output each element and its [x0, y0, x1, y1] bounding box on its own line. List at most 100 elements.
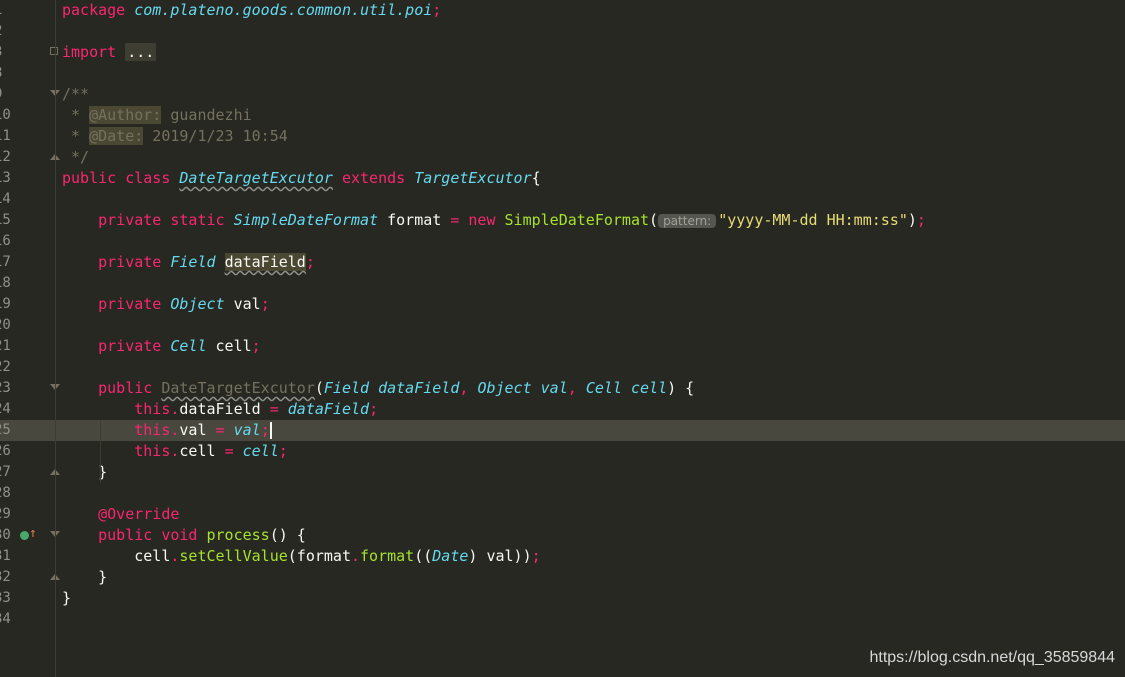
code-text[interactable]: private static SimpleDateFormat format =…	[62, 210, 926, 232]
code-text[interactable]: @Override	[62, 504, 179, 525]
code-line[interactable]: 33}	[0, 588, 1125, 609]
code-line[interactable]: 2	[0, 21, 1125, 42]
line-number: 26	[0, 443, 11, 459]
code-line[interactable]: 20	[0, 315, 1125, 336]
code-line[interactable]: 16	[0, 231, 1125, 252]
code-token: ;	[916, 211, 926, 229]
code-token: val	[179, 421, 216, 439]
code-line[interactable]: 29 @Override	[0, 504, 1125, 525]
code-line[interactable]: 34	[0, 609, 1125, 630]
code-line[interactable]: 22	[0, 357, 1125, 378]
code-text[interactable]: /**	[62, 84, 89, 105]
line-number: 15	[0, 212, 11, 228]
line-number: 23	[0, 380, 11, 396]
code-line[interactable]: 13 public class DateTargetExcutor extends…	[0, 168, 1125, 189]
code-line[interactable]: 26 this.cell = cell;	[0, 441, 1125, 462]
code-line[interactable]: 10 * @Author: guandezhi	[0, 105, 1125, 126]
code-text[interactable]: this.val = val;	[62, 420, 272, 441]
code-line[interactable]: 18	[0, 273, 1125, 294]
code-token: ;	[251, 337, 261, 355]
code-line[interactable]: 23 public DateTargetExcutor(Field dataFi…	[0, 378, 1125, 399]
code-line[interactable]: 21 private Cell cell;	[0, 336, 1125, 357]
code-token: Object	[170, 295, 225, 313]
code-token: cell	[233, 442, 279, 460]
code-text[interactable]: }	[62, 567, 107, 588]
code-text[interactable]: public class DateTargetExcutor extends T…	[62, 168, 541, 189]
code-text[interactable]: this.cell = cell;	[62, 441, 288, 462]
code-token: @Author:	[89, 106, 162, 124]
code-line[interactable]: 25 this.val = val;	[0, 420, 1125, 441]
code-token: this	[134, 442, 171, 460]
code-text[interactable]: import ...	[62, 42, 157, 63]
text-caret	[269, 422, 272, 439]
code-line[interactable]: 3 import ...	[0, 42, 1125, 63]
code-token: ;	[432, 1, 442, 19]
line-number: 2	[0, 21, 18, 42]
code-line[interactable]: 15 private static SimpleDateFormat forma…	[0, 210, 1125, 231]
line-number: 12	[0, 149, 11, 165]
line-number: 33	[0, 590, 11, 606]
code-token: ;	[369, 400, 379, 418]
code-token: import	[62, 43, 126, 61]
code-line[interactable]: 32 }	[0, 567, 1125, 588]
code-token: ) val))	[468, 547, 532, 565]
line-number: 34	[0, 611, 11, 627]
code-text[interactable]: }	[62, 588, 71, 609]
code-text[interactable]: this.dataField = dataField;	[62, 399, 378, 420]
code-text[interactable]: private Field dataField;	[62, 252, 315, 273]
parameter-hint: pattern:	[658, 214, 717, 228]
code-line[interactable]: 14	[0, 189, 1125, 210]
code-token[interactable]: ...	[125, 43, 157, 61]
fold-toggle-icon[interactable]	[50, 47, 58, 55]
code-line[interactable]: 27 }	[0, 462, 1125, 483]
code-text[interactable]: private Object val;	[62, 294, 270, 315]
code-line[interactable]: 9 /**	[0, 84, 1125, 105]
code-text[interactable]: public DateTargetExcutor(Field dataField…	[62, 378, 694, 399]
code-line[interactable]: 1 package com.plateno.goods.common.util.p…	[0, 0, 1125, 21]
code-token: format	[378, 211, 451, 229]
code-line[interactable]: 31 cell.setCellValue(format.format((Date…	[0, 546, 1125, 567]
code-text[interactable]: */	[62, 147, 89, 168]
code-line[interactable]: 24 this.dataField = dataField;	[0, 399, 1125, 420]
line-number: 21	[0, 338, 11, 354]
code-token: ,	[567, 379, 586, 397]
code-line[interactable]: 19 private Object val;	[0, 294, 1125, 315]
code-token: *	[62, 106, 90, 124]
code-token: SimpleDateFormat	[504, 211, 650, 229]
code-line[interactable]: 12 */	[0, 147, 1125, 168]
line-number: 10	[0, 107, 11, 123]
code-text[interactable]: package com.plateno.goods.common.util.po…	[62, 0, 441, 21]
code-token: ;	[278, 442, 288, 460]
code-text[interactable]: * @Author: guandezhi	[62, 105, 252, 126]
code-text[interactable]: private Cell cell;	[62, 336, 261, 357]
code-line[interactable]: 8	[0, 63, 1125, 84]
code-text[interactable]: public void process() {	[62, 525, 306, 546]
code-token: public void	[98, 526, 207, 544]
code-token: ;	[531, 547, 541, 565]
code-line[interactable]: 17 private Field dataField;	[0, 252, 1125, 273]
line-number: 29	[0, 506, 11, 522]
code-token: dataField	[179, 400, 270, 418]
override-method-icon[interactable]: ↑	[20, 527, 37, 543]
code-token: () {	[269, 526, 306, 544]
line-number: 19	[0, 296, 11, 312]
code-token: *	[62, 127, 90, 145]
code-token: com.plateno.goods.common.util.poi	[134, 1, 433, 19]
code-text[interactable]: * @Date: 2019/1/23 10:54	[62, 126, 288, 147]
line-number: 22	[0, 359, 11, 375]
code-editor[interactable]: 1 package com.plateno.goods.common.util.p…	[0, 0, 1125, 677]
code-line[interactable]: 28	[0, 483, 1125, 504]
code-token: private	[98, 337, 171, 355]
code-token: =	[215, 421, 225, 439]
code-token: (	[649, 211, 659, 229]
code-token: dataField	[278, 400, 370, 418]
code-token: cell	[621, 379, 668, 397]
code-line[interactable]: 11 * @Date: 2019/1/23 10:54	[0, 126, 1125, 147]
code-line[interactable]: 30 public void process() {	[0, 525, 1125, 546]
code-text[interactable]: cell.setCellValue(format.format((Date) v…	[62, 546, 541, 567]
